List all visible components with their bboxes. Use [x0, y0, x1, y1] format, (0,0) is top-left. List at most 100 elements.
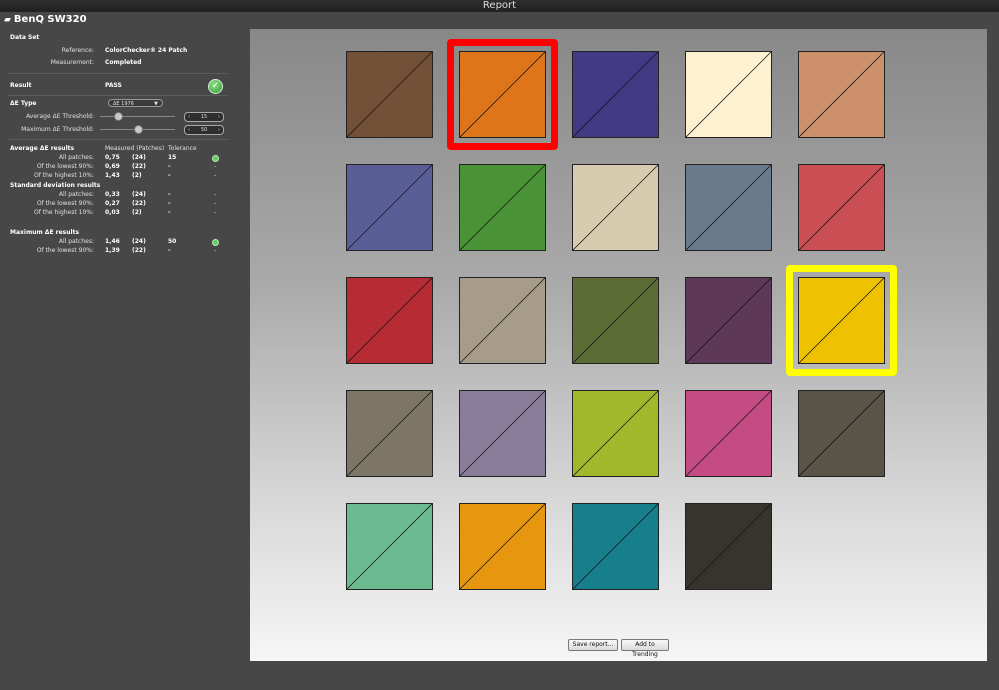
color-patch[interactable] [346, 277, 433, 364]
device-name-area: ▰ BenQ SW320 [4, 14, 87, 25]
row-label: Of the lowest 90%: [36, 200, 94, 207]
status-value: - [214, 191, 217, 198]
chevron-down-icon: ▼ [154, 101, 158, 107]
result-row: Of the lowest 90%: 0,69 (22) - - [0, 162, 236, 171]
measured-value: 0,33 [105, 191, 120, 198]
tolerance-column-header: Tolerance [168, 145, 197, 152]
avg-threshold-spinbox[interactable]: ‹ 15 › [184, 112, 224, 122]
status-value: - [214, 200, 217, 207]
divider [8, 95, 228, 96]
report-sidebar: Data Set Reference: ColorChecker® 24 Pat… [0, 29, 236, 690]
color-patch[interactable] [572, 164, 659, 251]
reference-row: Reference: ColorChecker® 24 Patch [0, 46, 236, 55]
result-row: Of the lowest 90%: 0,27 (22) - - [0, 199, 236, 208]
color-patch[interactable] [685, 390, 772, 477]
max-results-header: Maximum ΔE results [10, 229, 80, 236]
tolerance-value: 50 [168, 238, 177, 245]
check-dot-icon [212, 239, 219, 246]
color-patch[interactable] [685, 277, 772, 364]
color-patch[interactable] [798, 51, 885, 138]
std-results-header-row: Standard deviation results [0, 181, 236, 190]
result-row: Result PASS [0, 81, 236, 90]
avg-threshold-slider-track[interactable] [100, 116, 175, 117]
delta-e-type-select[interactable]: ΔE 1976 ▼ [108, 99, 163, 107]
row-label: All patches: [58, 154, 94, 161]
status-value: - [214, 209, 217, 216]
color-patch[interactable] [798, 390, 885, 477]
check-dot-icon [212, 155, 219, 162]
measurement-value: Completed [105, 59, 142, 66]
avg-results-header-row: Average ΔE results Measured (Patches) To… [0, 144, 236, 153]
tolerance-value: - [168, 200, 171, 207]
patch-count: (2) [132, 172, 142, 179]
measurement-row: Measurement: Completed [0, 58, 236, 67]
display-icon: ▰ [4, 15, 11, 25]
patch-count: (22) [132, 163, 146, 170]
color-patch[interactable] [346, 503, 433, 590]
patch-count: (24) [132, 154, 146, 161]
max-threshold-spinbox[interactable]: ‹ 50 › [184, 125, 224, 135]
patch-count: (2) [132, 209, 142, 216]
tolerance-value: - [168, 209, 171, 216]
device-name: BenQ SW320 [13, 14, 87, 25]
result-row: Of the highest 10%: 0,03 (2) - - [0, 208, 236, 217]
patch-count: (22) [132, 200, 146, 207]
color-patch[interactable] [459, 390, 546, 477]
avg-threshold-slider-handle[interactable] [114, 112, 123, 121]
color-patch[interactable] [572, 390, 659, 477]
window-title: Report [482, 0, 517, 11]
avg-threshold-row: Average ΔE Threshold: ‹ 15 › [0, 112, 236, 122]
row-label: Of the lowest 90%: [36, 163, 94, 170]
color-patch[interactable] [572, 277, 659, 364]
color-patch[interactable] [798, 164, 885, 251]
delta-e-type-header: ΔE Type [10, 100, 37, 107]
tolerance-value: - [168, 247, 171, 254]
delta-e-type-row: ΔE Type ΔE 1976 ▼ [0, 99, 236, 108]
measured-value: 1,43 [105, 172, 120, 179]
measured-value: 0,69 [105, 163, 120, 170]
max-threshold-slider-handle[interactable] [134, 125, 143, 134]
result-value: PASS [105, 82, 122, 89]
chevron-right-icon[interactable]: › [218, 113, 220, 121]
measured-column-header: Measured (Patches) [105, 145, 165, 152]
tolerance-value: - [168, 163, 171, 170]
result-row: All patches: 1,46 (24) 50 [0, 237, 236, 246]
check-circle-icon: ✓ [208, 79, 223, 94]
color-patch[interactable] [572, 51, 659, 138]
color-patch[interactable] [459, 164, 546, 251]
color-patch[interactable] [798, 277, 885, 364]
add-to-trending-button[interactable]: Add to Trending [621, 639, 669, 658]
status-value: - [214, 247, 217, 254]
reference-value: ColorChecker® 24 Patch [105, 47, 188, 54]
color-patch[interactable] [685, 164, 772, 251]
color-patch[interactable] [685, 51, 772, 138]
color-patch[interactable] [459, 51, 546, 138]
tolerance-value: - [168, 172, 171, 179]
color-patch[interactable] [685, 503, 772, 590]
divider [8, 139, 228, 140]
row-label: Of the lowest 90%: [36, 247, 94, 254]
result-row: Of the highest 10%: 1,43 (2) - - [0, 171, 236, 180]
max-results-header-row: Maximum ΔE results [0, 228, 236, 237]
avg-results-header: Average ΔE results [10, 145, 75, 152]
chevron-right-icon[interactable]: › [218, 126, 220, 134]
result-row: All patches: 0,33 (24) - - [0, 190, 236, 199]
row-label: Of the highest 10%: [33, 209, 94, 216]
dataset-header-row: Data Set [0, 33, 236, 42]
dataset-header: Data Set [10, 34, 40, 41]
color-patch[interactable] [572, 503, 659, 590]
status-value: - [214, 172, 217, 179]
std-results-header: Standard deviation results [10, 182, 101, 189]
patch-count: (24) [132, 238, 146, 245]
color-patch[interactable] [346, 164, 433, 251]
color-patch[interactable] [346, 51, 433, 138]
color-patch[interactable] [459, 503, 546, 590]
measured-value: 0,27 [105, 200, 120, 207]
patch-count: (22) [132, 247, 146, 254]
color-patch[interactable] [459, 277, 546, 364]
tolerance-value: 15 [168, 154, 177, 161]
color-patch[interactable] [346, 390, 433, 477]
save-report-button[interactable]: Save report... [568, 639, 618, 651]
measured-value: 1,39 [105, 247, 120, 254]
max-threshold-row: Maximum ΔE Threshold: ‹ 50 › [0, 125, 236, 135]
